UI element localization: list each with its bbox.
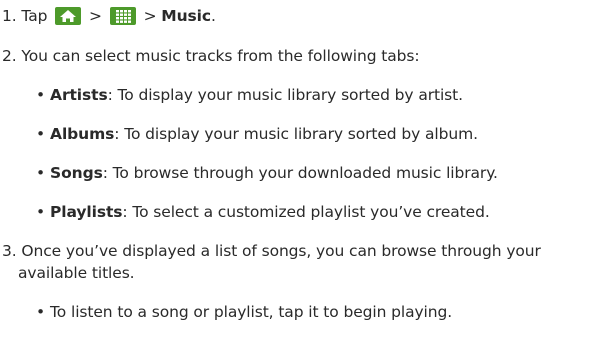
bullet-term: Songs <box>50 164 103 182</box>
step-2-number: 2. <box>2 47 17 65</box>
bullet-text: To listen to a song or playlist, tap it … <box>50 303 453 321</box>
bullet-marker: • <box>36 164 46 182</box>
bullet-term: Albums <box>50 125 115 143</box>
bullet-description: : To select a customized playlist you’ve… <box>122 203 490 221</box>
bullet-description: : To browse through your downloaded musi… <box>102 164 498 182</box>
bullet-albums: • Albums: To display your music library s… <box>36 124 478 144</box>
bullet-listen: • To listen to a song or playlist, tap it… <box>36 302 452 322</box>
step-2-text: You can select music tracks from the fol… <box>21 47 420 65</box>
bullet-marker: • <box>36 86 46 104</box>
bullet-artists: • Artists: To display your music library … <box>36 85 463 105</box>
step-1: 1. Tap > > Music. <box>2 6 216 26</box>
home-icon <box>55 6 82 25</box>
step-3-continuation: available titles. <box>18 263 135 283</box>
bullet-marker: • <box>36 303 46 321</box>
step-1-target: Music <box>161 7 211 25</box>
step-1-end: . <box>210 7 216 25</box>
step-3: 3. Once you’ve displayed a list of songs… <box>2 241 541 261</box>
apps-grid-icon <box>109 6 136 25</box>
bullet-marker: • <box>36 125 46 143</box>
bullet-description: : To display your music library sorted b… <box>107 86 463 104</box>
bullet-term: Playlists <box>50 203 123 221</box>
bullet-term: Artists <box>50 86 108 104</box>
step-2: 2. You can select music tracks from the … <box>2 46 420 66</box>
step-1-separator-2: > <box>143 7 162 25</box>
document-page: 1. Tap > > Music. 2. You can select musi… <box>0 0 608 349</box>
step-1-number: 1. <box>2 7 17 25</box>
bullet-marker: • <box>36 203 46 221</box>
step-3-text-line-2: available titles. <box>18 264 135 282</box>
bullet-playlists: • Playlists: To select a customized playl… <box>36 202 490 222</box>
bullet-description: : To display your music library sorted b… <box>114 125 478 143</box>
step-1-separator-1: > <box>89 7 107 25</box>
step-3-number: 3. <box>2 242 17 260</box>
step-1-prefix: Tap <box>21 7 53 25</box>
step-3-text-line-1: Once you’ve displayed a list of songs, y… <box>21 242 541 260</box>
bullet-songs: • Songs: To browse through your downloade… <box>36 163 498 183</box>
